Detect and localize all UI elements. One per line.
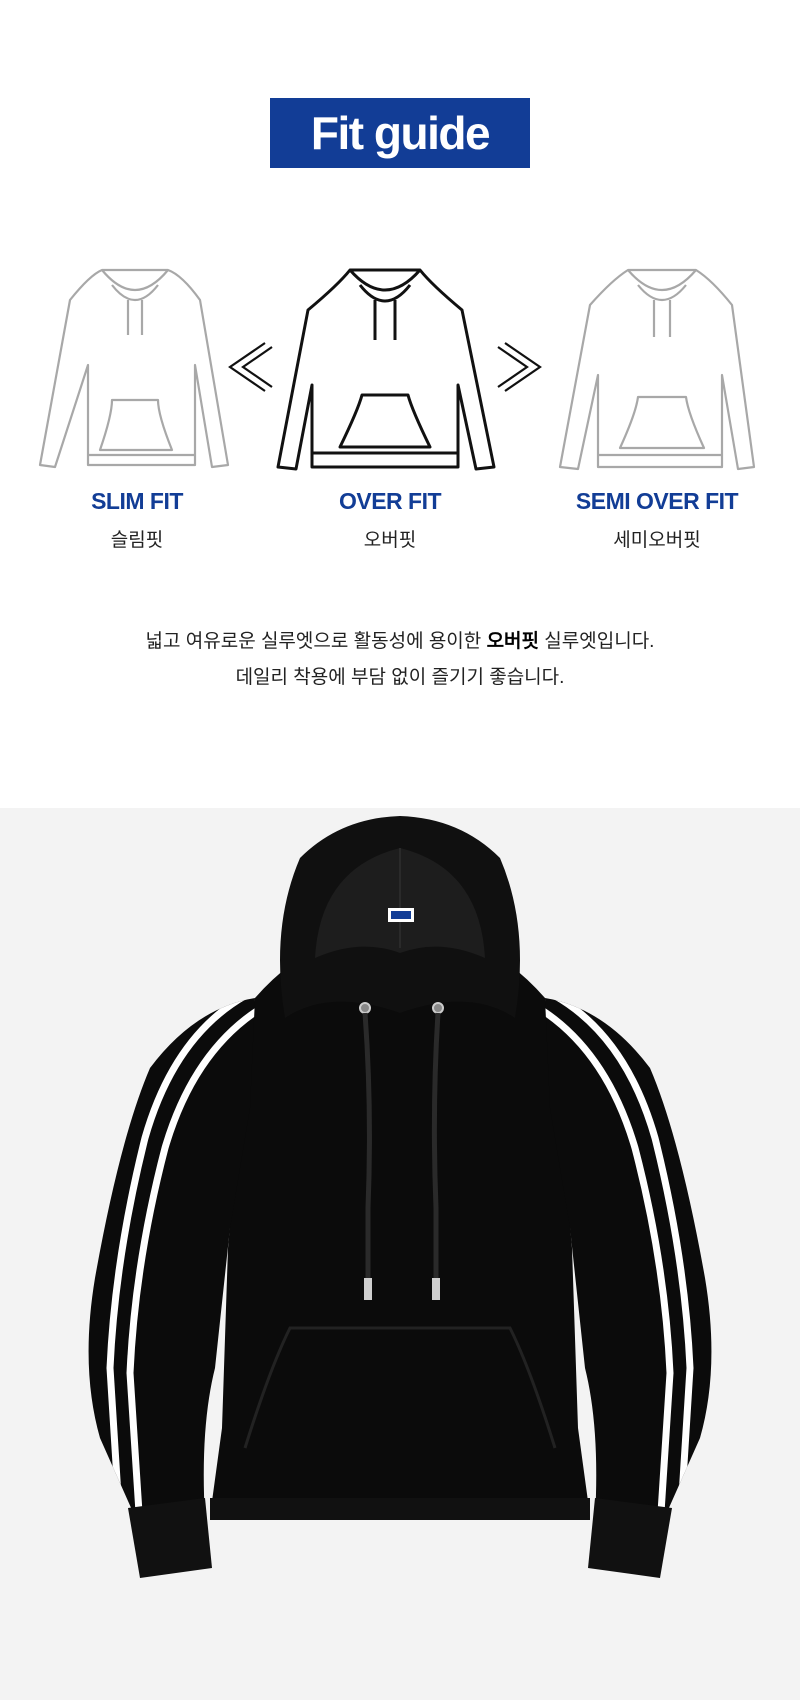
semi-over-fit-label: SEMI OVER FIT <box>575 488 739 514</box>
description-line-2: 데일리 착용에 부담 없이 즐기기 좋습니다. <box>235 667 565 688</box>
over-fit-hoodie-outline-icon <box>276 268 496 471</box>
product-photo <box>0 808 800 1700</box>
over-fit-korean-label: 오버핏 <box>363 530 417 551</box>
hoodie-body <box>210 943 590 1516</box>
left-arrow-icon <box>228 342 273 392</box>
semi-over-fit-hoodie-outline-icon <box>558 268 756 471</box>
slim-fit-korean-label: 슬림핏 <box>110 530 164 551</box>
description-line-1: 넓고 여유로운 실루엣으로 활동성에 용이한 오버핏 실루엣입니다. <box>0 626 800 653</box>
fit-illustrations <box>38 268 756 471</box>
over-fit-label: OVER FIT <box>338 488 442 514</box>
right-arrow-icon <box>497 342 542 392</box>
semi-over-fit-korean-label: 세미오버핏 <box>613 530 701 551</box>
slim-fit-label: SLIM FIT <box>91 488 183 514</box>
semi-over-fit-label-group: SEMI OVER FIT 세미오버핏 <box>537 488 777 552</box>
fit-guide-title-banner: Fit guide <box>270 98 530 168</box>
slim-fit-hoodie-outline-icon <box>38 268 230 469</box>
description-text: 넓고 여유로운 실루엣으로 활동성에 용이한 <box>145 631 487 652</box>
over-fit-label-group: OVER FIT 오버핏 <box>270 488 510 552</box>
description-highlight: 오버핏 <box>486 631 540 652</box>
black-striped-hoodie-image <box>88 816 712 1578</box>
description-text: 실루엣입니다. <box>539 631 655 652</box>
slim-fit-label-group: SLIM FIT 슬림핏 <box>17 488 257 552</box>
page-title: Fit guide <box>310 107 491 159</box>
